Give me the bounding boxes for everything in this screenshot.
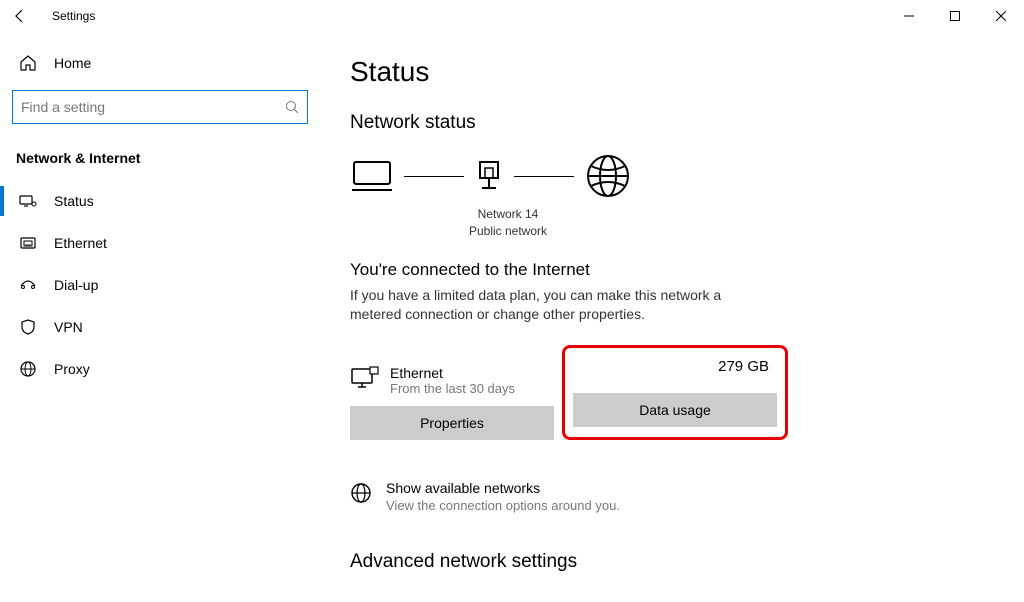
home-nav[interactable]: Home xyxy=(12,46,308,80)
data-usage-button[interactable]: Data usage xyxy=(573,393,777,427)
page-title: Status xyxy=(350,56,994,88)
sidebar-item-dialup[interactable]: Dial-up xyxy=(12,264,308,306)
globe-icon xyxy=(584,152,632,200)
ethernet-info: Ethernet From the last 30 days xyxy=(350,365,554,396)
sidebar-item-status[interactable]: Status xyxy=(12,180,308,222)
network-status-heading: Network status xyxy=(350,112,994,134)
home-label: Home xyxy=(54,55,91,71)
show-available-networks[interactable]: Show available networks View the connect… xyxy=(350,480,994,513)
data-usage-highlight: 279 GB Data usage xyxy=(562,345,788,440)
search-box[interactable] xyxy=(12,90,308,124)
titlebar: Settings xyxy=(0,0,1024,32)
sidebar-item-vpn[interactable]: VPN xyxy=(12,306,308,348)
sidebar-item-proxy[interactable]: Proxy xyxy=(12,348,308,390)
available-title: Show available networks xyxy=(386,480,620,496)
connected-desc: If you have a limited data plan, you can… xyxy=(350,286,770,325)
router-icon xyxy=(474,158,504,194)
sidebar-item-label: Proxy xyxy=(54,361,90,377)
sidebar-item-label: Ethernet xyxy=(54,235,107,251)
search-input[interactable] xyxy=(21,99,285,115)
close-button[interactable] xyxy=(978,0,1024,32)
content: Status Network status Network 14 Public … xyxy=(320,32,1024,602)
sidebar-item-label: Status xyxy=(54,193,94,209)
maximize-button[interactable] xyxy=(932,0,978,32)
sidebar-section-label: Network & Internet xyxy=(16,150,308,166)
arrow-left-icon xyxy=(12,8,28,24)
device-type: Public network xyxy=(438,223,578,240)
device-name: Network 14 xyxy=(438,206,578,223)
minimize-button[interactable] xyxy=(886,0,932,32)
minimize-icon xyxy=(904,11,914,21)
sidebar-item-label: VPN xyxy=(54,319,83,335)
sidebar-item-ethernet[interactable]: Ethernet xyxy=(12,222,308,264)
search-icon xyxy=(285,100,299,114)
proxy-icon xyxy=(18,360,38,378)
window-controls xyxy=(886,0,1024,32)
home-icon xyxy=(18,54,38,72)
close-icon xyxy=(996,11,1006,21)
status-icon xyxy=(18,192,38,210)
advanced-heading: Advanced network settings xyxy=(350,551,994,573)
maximize-icon xyxy=(950,11,960,21)
network-diagram xyxy=(350,152,994,200)
properties-button[interactable]: Properties xyxy=(350,406,554,440)
ethernet-period: From the last 30 days xyxy=(390,381,515,396)
sidebar: Home Network & Internet Status Ethernet xyxy=(0,32,320,602)
available-desc: View the connection options around you. xyxy=(386,498,620,513)
sidebar-item-label: Dial-up xyxy=(54,277,98,293)
connection-line xyxy=(404,176,464,177)
device-caption: Network 14 Public network xyxy=(438,206,578,240)
window-title: Settings xyxy=(52,9,95,23)
dialup-icon xyxy=(18,276,38,294)
connected-title: You're connected to the Internet xyxy=(350,260,994,280)
usage-amount: 279 GB xyxy=(718,358,777,375)
ethernet-icon xyxy=(18,234,38,252)
vpn-icon xyxy=(18,318,38,336)
computer-icon xyxy=(350,158,394,194)
globe-small-icon xyxy=(350,482,372,513)
connection-line xyxy=(514,176,574,177)
back-button[interactable] xyxy=(12,8,28,24)
monitor-ethernet-icon xyxy=(350,365,378,393)
ethernet-name: Ethernet xyxy=(390,365,515,381)
